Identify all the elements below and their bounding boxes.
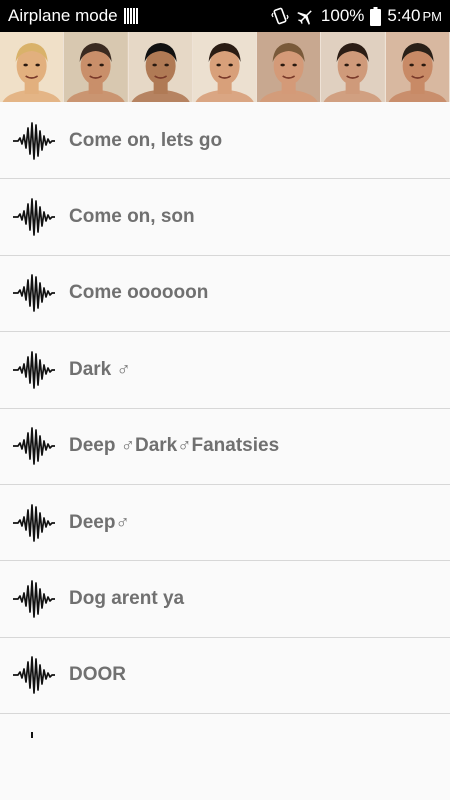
sound-label: DOOR bbox=[69, 664, 126, 686]
sound-label: Come oooooon bbox=[69, 282, 209, 304]
banner-face-image bbox=[385, 32, 450, 102]
banner-face-image bbox=[128, 32, 193, 102]
vibrate-icon bbox=[271, 7, 289, 25]
waveform-icon bbox=[13, 351, 55, 389]
sound-list-item[interactable]: Deep ♂Dark♂Fanatsies bbox=[0, 408, 450, 485]
sound-list-item[interactable]: Come oooooon bbox=[0, 255, 450, 333]
clock-time: 5:40 bbox=[387, 6, 421, 25]
waveform-icon bbox=[13, 427, 55, 466]
waveform-icon bbox=[13, 121, 55, 160]
sound-list-item-partial[interactable] bbox=[0, 714, 450, 800]
waveform-icon bbox=[13, 656, 55, 695]
sound-label: Dark ♂ bbox=[69, 358, 131, 380]
barcode-icon bbox=[123, 8, 138, 24]
waveform-icon bbox=[13, 274, 55, 313]
airplane-icon bbox=[297, 10, 312, 25]
banner-face-image bbox=[0, 32, 65, 102]
clock-ampm: PM bbox=[422, 9, 443, 24]
sound-list-item[interactable]: Dog arent ya bbox=[0, 561, 450, 638]
sound-label: Deep ♂Dark♂Fanatsies bbox=[69, 435, 280, 457]
waveform-icon bbox=[31, 732, 33, 739]
sound-list-item[interactable]: Come on, lets go bbox=[0, 103, 450, 180]
sound-label: Dog arent ya bbox=[69, 588, 185, 610]
waveform-icon bbox=[13, 580, 55, 618]
sound-list-item[interactable]: Dark ♂ bbox=[0, 332, 450, 409]
sound-label: Deep♂ bbox=[69, 511, 130, 533]
waveform-icon bbox=[13, 198, 55, 236]
sound-list-item[interactable]: Come on, son bbox=[0, 179, 450, 256]
sound-list: Come on, lets go Come on, son Come oooooon… bbox=[0, 103, 450, 800]
sound-list-item[interactable]: Deep♂ bbox=[0, 484, 450, 562]
sound-label: Come on, lets go bbox=[69, 129, 223, 151]
battery-icon bbox=[370, 6, 382, 26]
status-bar: Airplane mode 100% 5:40 PM bbox=[0, 0, 450, 32]
header-banner bbox=[0, 32, 450, 102]
airplane-mode-label: Airplane mode bbox=[8, 6, 118, 25]
clock: 5:40 PM bbox=[387, 6, 442, 26]
banner-face-image bbox=[257, 32, 322, 102]
sound-list-item[interactable]: DOOR bbox=[0, 637, 450, 715]
battery-percent: 100% bbox=[320, 6, 365, 25]
banner-face-image bbox=[192, 32, 258, 102]
banner-face-image bbox=[64, 32, 129, 102]
sound-label: Come on, son bbox=[69, 206, 195, 228]
waveform-icon bbox=[13, 503, 55, 542]
banner-face-image bbox=[321, 32, 386, 102]
